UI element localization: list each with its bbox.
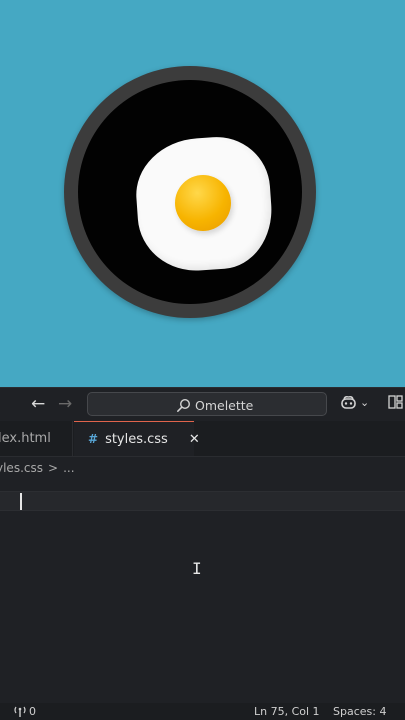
indentation-setting[interactable]: Spaces: 4 — [333, 705, 386, 718]
frying-pan — [64, 66, 316, 318]
cursor-position[interactable]: Ln 75, Col 1 — [254, 705, 320, 718]
close-icon[interactable]: ✕ — [189, 432, 200, 447]
breadcrumb-more[interactable]: ... — [63, 461, 74, 475]
pan-surface — [78, 80, 302, 304]
ports-count: 0 — [29, 705, 36, 718]
panel-layout-icon — [388, 395, 403, 409]
tab-styles-css[interactable]: # styles.css ✕ — [74, 421, 200, 456]
tab-bar: lex.html # styles.css ✕ — [0, 421, 405, 457]
tab-label: lex.html — [0, 431, 51, 446]
arrow-left-icon[interactable]: ← — [31, 394, 45, 414]
antenna-icon — [14, 706, 26, 717]
layout-icon[interactable] — [388, 395, 403, 409]
tab-index-html[interactable]: lex.html — [0, 421, 73, 456]
egg-yolk — [175, 175, 231, 231]
status-bar: 0 Ln 75, Col 1 Spaces: 4 — [0, 703, 405, 720]
copilot-icon — [341, 396, 356, 409]
copilot-button[interactable]: ⌄ — [340, 395, 369, 410]
code-editor[interactable]: I — [0, 479, 405, 703]
chevron-down-icon: ⌄ — [360, 396, 370, 409]
mouse-ibeam-icon: I — [192, 559, 202, 578]
css-file-icon: # — [88, 432, 99, 446]
tab-label: styles.css — [105, 431, 168, 447]
search-content: Omelette — [176, 396, 253, 414]
search-icon — [177, 398, 191, 412]
text-cursor — [20, 493, 22, 510]
breadcrumb-separator: > — [48, 461, 59, 475]
title-bar: ← → Omelette ⌄ — [0, 387, 405, 422]
search-label: Omelette — [195, 397, 254, 413]
ports-status[interactable]: 0 — [14, 705, 36, 718]
preview-pane — [0, 0, 405, 387]
arrow-right-icon[interactable]: → — [58, 394, 72, 414]
command-center-search[interactable]: Omelette — [87, 392, 327, 416]
breadcrumb: yles.css > ... — [0, 457, 405, 479]
current-line-highlight — [0, 491, 405, 511]
breadcrumb-file[interactable]: yles.css — [0, 461, 43, 475]
